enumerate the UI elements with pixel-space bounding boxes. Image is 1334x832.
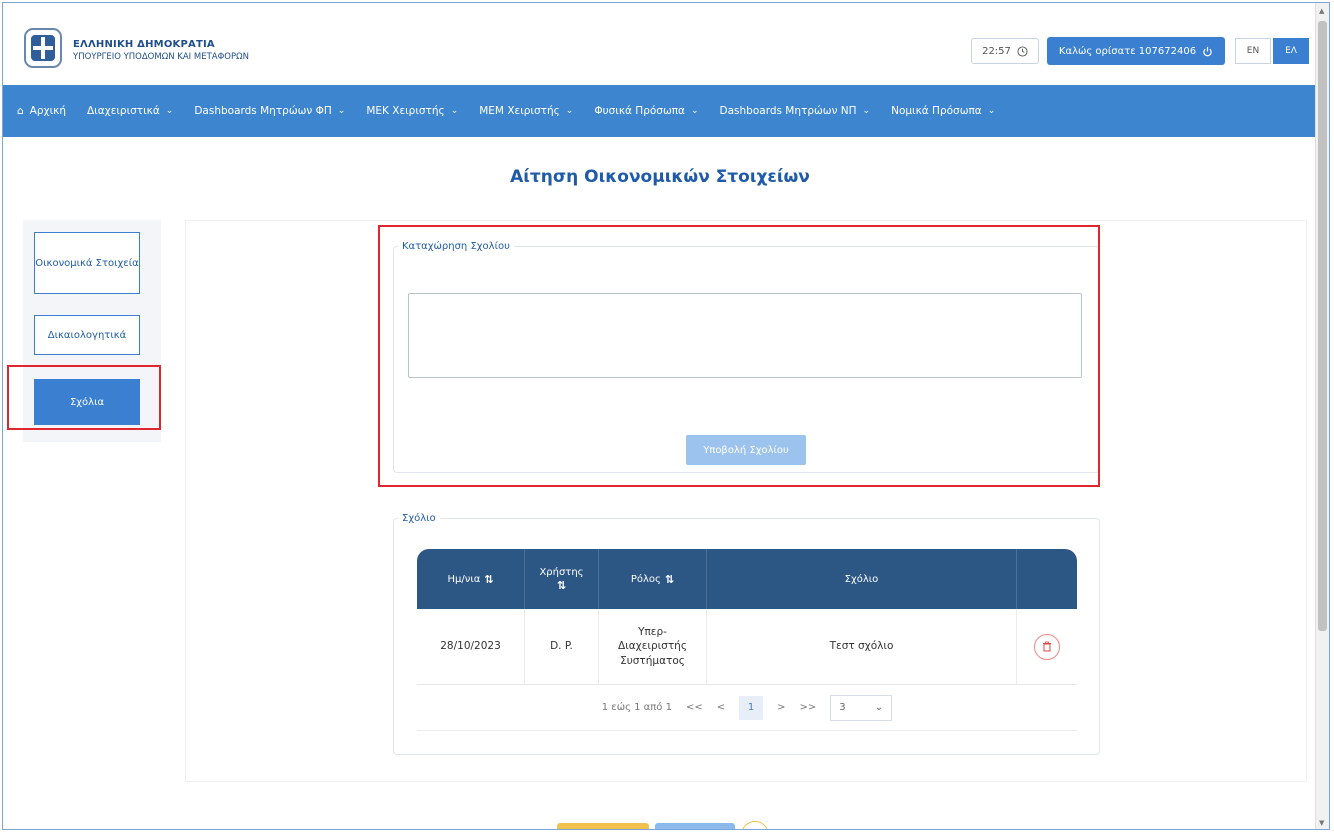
pagination-summary: 1 εώς 1 από 1 [601,702,672,713]
column-header-user[interactable]: Χρήστης ⇅ [525,549,599,609]
pagination-first[interactable]: << [686,702,703,713]
bottom-action-button-round[interactable] [741,821,769,829]
column-header-comment: Σχόλιο [707,549,1017,609]
column-header-role[interactable]: Ρόλος ⇅ [599,549,707,609]
chevron-down-icon: ⌄ [337,106,346,116]
sort-icon: ⇅ [664,572,675,586]
column-header-date[interactable]: Ημ/νια ⇅ [417,549,525,609]
government-name: ΕΛΛΗΝΙΚΗ ΔΗΜΟΚΡΑΤΙΑ [73,39,215,50]
cell-date: 28/10/2023 [417,609,525,684]
nav-item-home[interactable]: ⌂ Αρχική [17,105,66,117]
pagination-next[interactable]: > [777,702,785,713]
pagination-prev[interactable]: < [717,702,725,713]
highlight-box-comment-form [378,225,1100,487]
scroll-up-arrow-icon[interactable]: ▲ [1319,7,1324,15]
chevron-down-icon: ⌄ [450,106,459,116]
user-welcome-button[interactable]: Καλώς ορίσατε 107672406 [1047,37,1225,65]
cell-actions [1017,609,1077,684]
chevron-down-icon: ⌄ [874,702,884,713]
nav-item-dashboards-np[interactable]: Dashboards Μητρώων ΝΠ ⌄ [720,105,871,117]
nav-item-natural-persons[interactable]: Φυσικά Πρόσωπα ⌄ [594,105,698,117]
main-navbar: ⌂ Αρχική Διαχειριστικά ⌄ Dashboards Μητρώ… [3,85,1317,137]
top-header: ΕΛΛΗΝΙΚΗ ΔΗΜΟΚΡΑΤΙΑ ΥΠΟΥΡΓΕΙΟ ΥΠΟΔΟΜΩΝ Κ… [3,3,1317,85]
table-header: Ημ/νια ⇅ Χρήστης ⇅ Ρόλος ⇅ Σχόλιο [417,549,1077,609]
cell-user: D. P. [525,609,599,684]
language-en-button[interactable]: EN [1235,38,1271,64]
sort-icon: ⇅ [484,572,494,586]
nav-item-dashboards-fp[interactable]: Dashboards Μητρώων ΦΠ ⌄ [194,105,345,117]
session-clock: 22:57 [971,38,1039,64]
ministry-name: ΥΠΟΥΡΓΕΙΟ ΥΠΟΔΟΜΩΝ ΚΑΙ ΜΕΤΑΦΟΡΩΝ [73,52,249,62]
power-icon [1203,46,1212,56]
page-title: Αίτηση Οικονομικών Στοιχείων [510,167,810,187]
home-icon: ⌂ [17,105,24,117]
chevron-down-icon: ⌄ [862,106,871,116]
trash-icon [1043,641,1051,652]
cell-comment: Τεστ σχόλιο [707,609,1017,684]
highlight-box-comments-tab [7,365,161,430]
cell-role: Υπερ-Διαχειριστής Συστήματος [599,609,707,684]
bottom-action-button-secondary[interactable] [655,823,735,829]
logo-emblem [24,28,62,68]
scrollbar-thumb[interactable] [1318,21,1327,631]
delete-comment-button[interactable] [1034,633,1060,660]
vertical-scrollbar[interactable]: ▲ ▼ [1315,3,1329,829]
welcome-label: Καλώς ορίσατε 107672406 [1058,45,1197,57]
clock-icon [1017,45,1028,57]
chevron-down-icon: ⌄ [987,106,996,116]
nav-item-mem[interactable]: ΜΕΜ Χειριστής ⌄ [479,105,573,117]
bottom-action-button-primary[interactable] [557,823,649,829]
chevron-down-icon: ⌄ [565,106,574,116]
comments-table: Ημ/νια ⇅ Χρήστης ⇅ Ρόλος ⇅ Σχόλιο 28/10/202… [417,549,1077,731]
side-tab-financial[interactable]: Οικονομικά Στοιχεία [34,232,140,294]
page-size-select[interactable]: 3 ⌄ [830,694,893,721]
nav-item-admin[interactable]: Διαχειριστικά ⌄ [87,105,173,117]
nav-item-legal-persons[interactable]: Νομικά Πρόσωπα ⌄ [891,105,995,117]
pagination: 1 εώς 1 από 1 << < 1 > >> 3 ⌄ [417,685,1077,731]
side-tab-documents[interactable]: Δικαιολογητικά [34,315,140,355]
pagination-current-page[interactable]: 1 [739,695,764,720]
language-el-button[interactable]: ΕΛ [1273,38,1309,64]
nav-item-mek[interactable]: ΜΕΚ Χειριστής ⌄ [366,105,458,117]
pagination-last[interactable]: >> [799,702,816,713]
comments-legend: Σχόλιο [402,513,436,524]
chevron-down-icon: ⌄ [165,106,174,116]
column-header-actions [1017,549,1077,609]
chevron-down-icon: ⌄ [690,106,699,116]
browser-viewport: ΕΛΛΗΝΙΚΗ ΔΗΜΟΚΡΑΤΙΑ ΥΠΟΥΡΓΕΙΟ ΥΠΟΔΟΜΩΝ Κ… [2,2,1330,830]
scroll-down-arrow-icon[interactable]: ▼ [1319,819,1324,827]
table-row: 28/10/2023 D. P. Υπερ-Διαχειριστής Συστή… [417,609,1077,685]
sort-icon: ⇅ [556,578,567,592]
clock-time: 22:57 [982,45,1011,57]
